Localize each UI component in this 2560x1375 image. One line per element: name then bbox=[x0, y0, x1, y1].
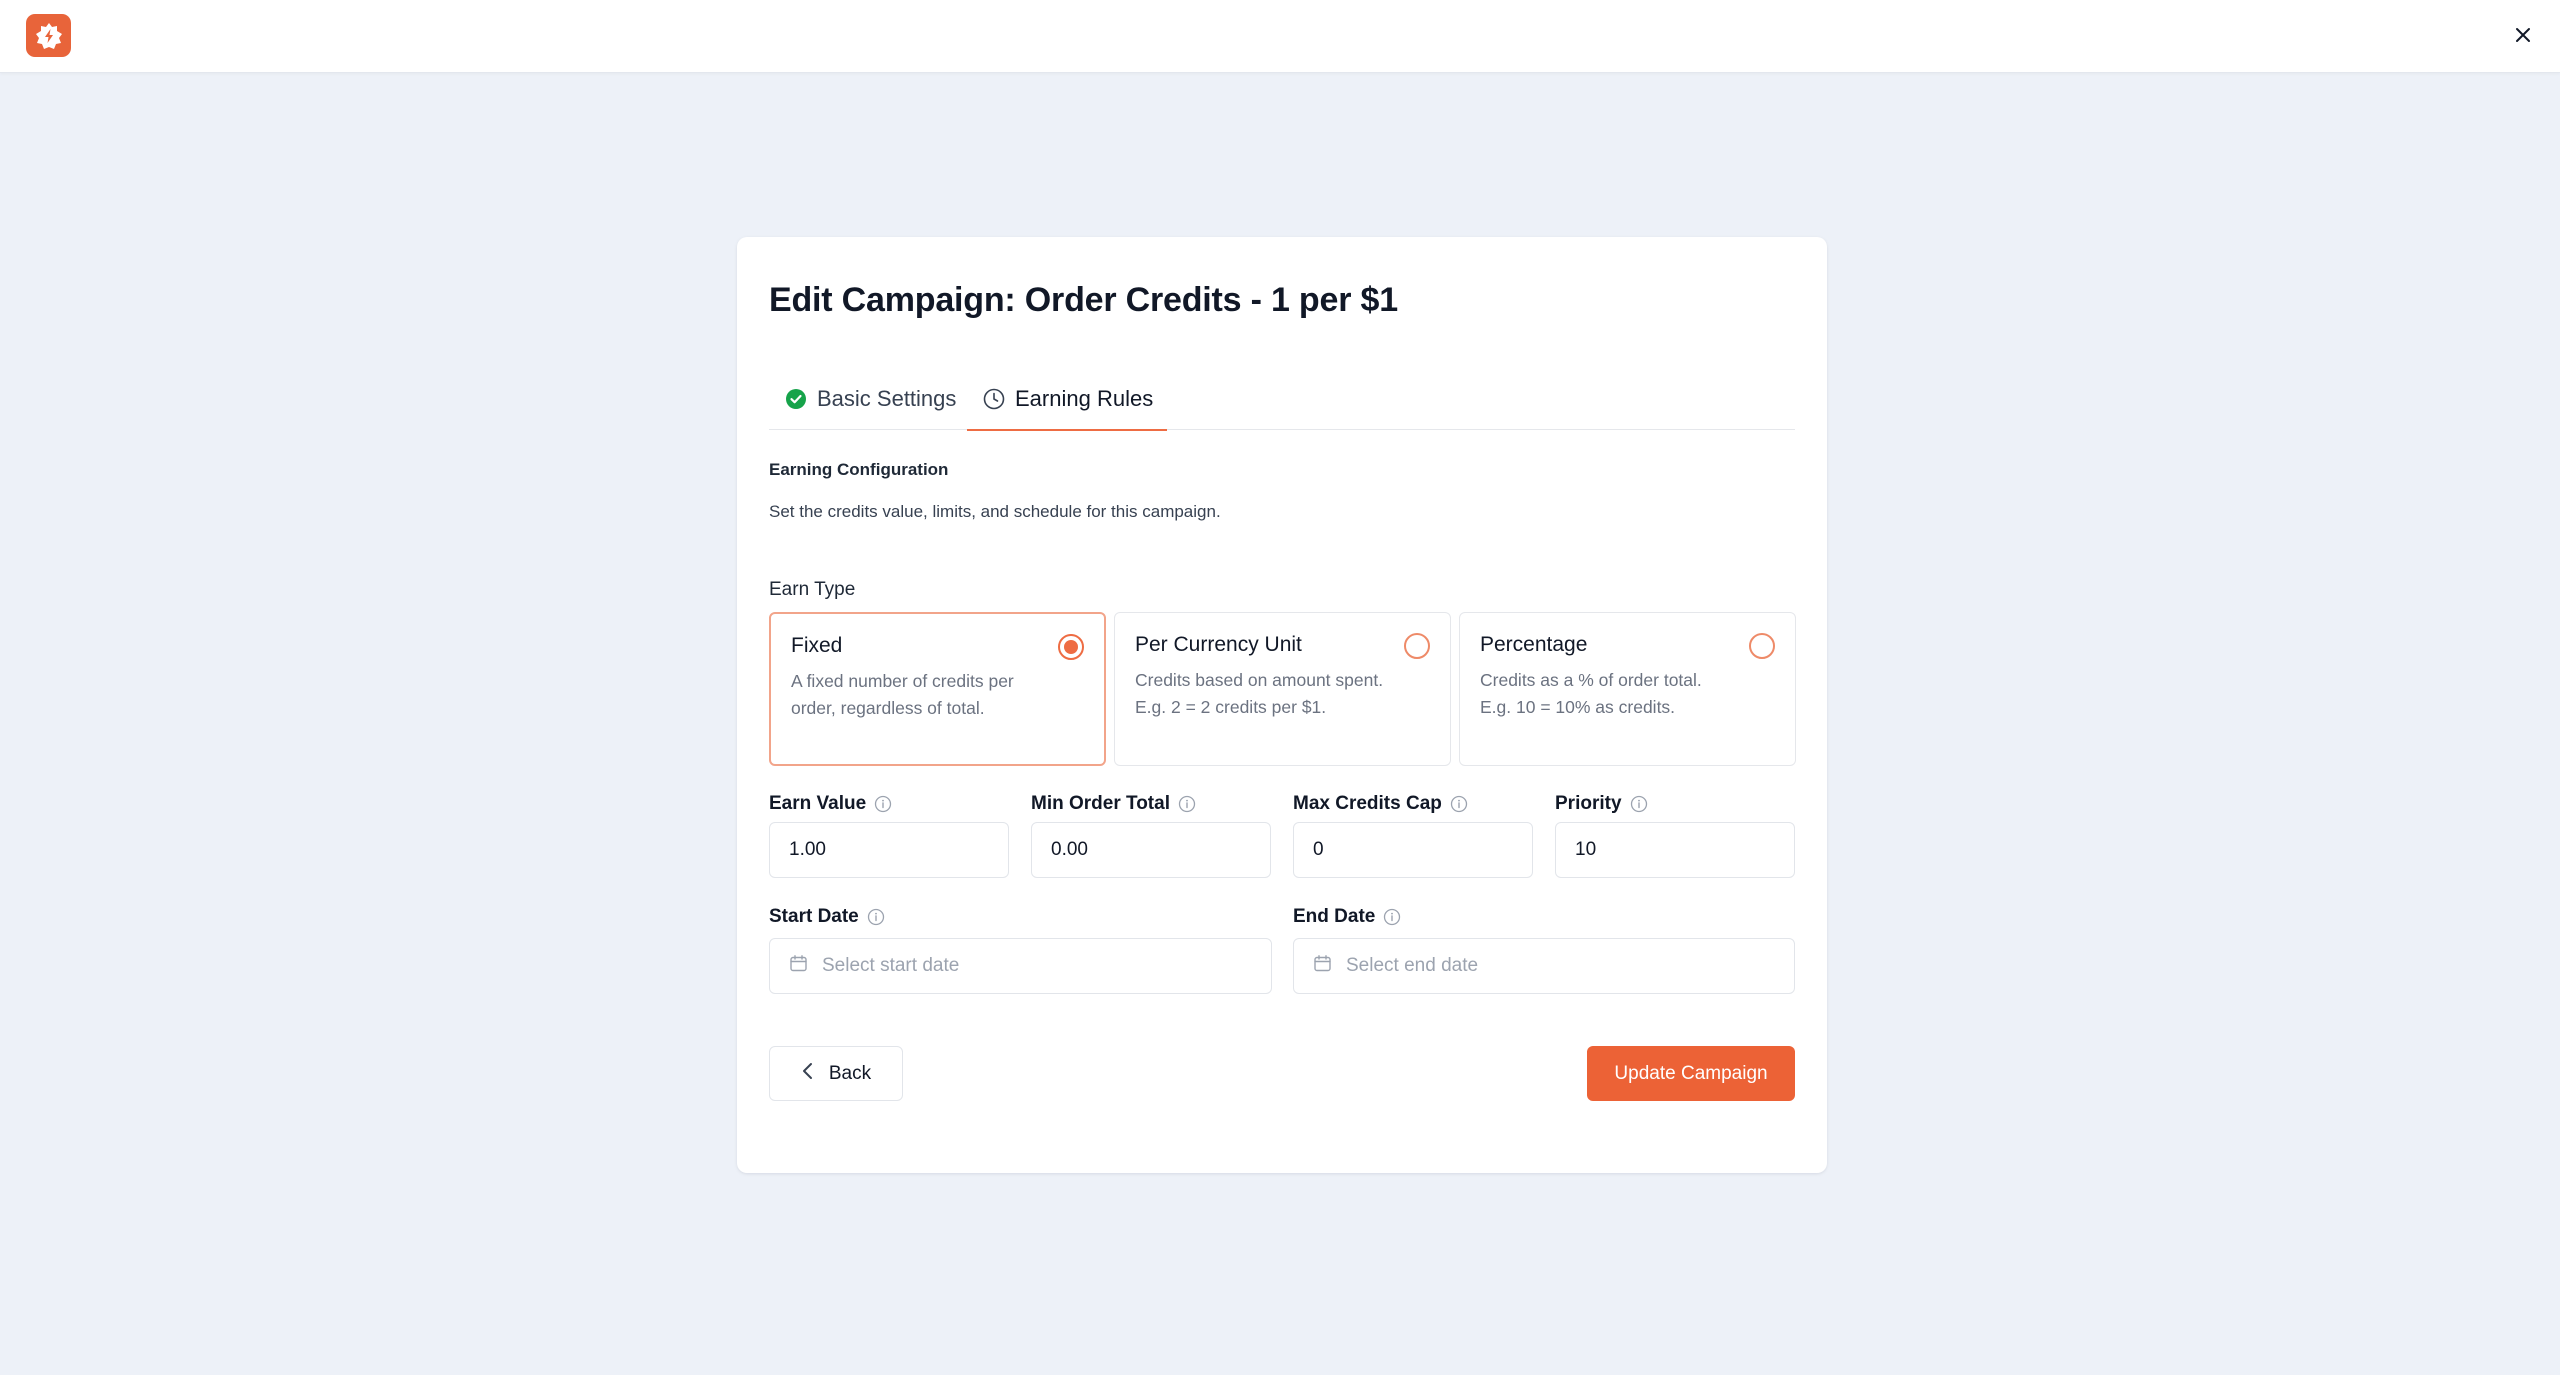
option-description: Credits based on amount spent. E.g. 2 = … bbox=[1135, 670, 1384, 717]
close-icon[interactable] bbox=[2506, 18, 2540, 52]
check-circle-icon bbox=[785, 388, 807, 410]
edit-campaign-card: Edit Campaign: Order Credits - 1 per $1 … bbox=[737, 237, 1827, 1173]
section-description: Set the credits value, limits, and sched… bbox=[769, 502, 1221, 521]
earn-value-label: Earn Value bbox=[769, 793, 892, 815]
option-title: Fixed bbox=[791, 634, 843, 657]
radio-percentage[interactable] bbox=[1749, 633, 1775, 659]
section-heading: Earning Configuration bbox=[769, 460, 949, 479]
app-logo-icon[interactable] bbox=[26, 14, 71, 57]
min-order-total-input[interactable]: 0.00 bbox=[1031, 822, 1271, 878]
tab-basic-settings[interactable]: Basic Settings bbox=[785, 367, 956, 430]
update-campaign-button[interactable]: Update Campaign bbox=[1587, 1046, 1795, 1101]
tab-label: Basic Settings bbox=[817, 385, 957, 411]
earn-type-option-per-currency-unit[interactable]: Per Currency Unit Credits based on amoun… bbox=[1114, 612, 1451, 766]
priority-label: Priority bbox=[1555, 793, 1648, 815]
chevron-left-icon bbox=[801, 1062, 815, 1086]
earn-value-input[interactable]: 1.00 bbox=[769, 822, 1009, 878]
end-date-label: End Date bbox=[1293, 906, 1401, 928]
option-description: A fixed number of credits per order, reg… bbox=[791, 671, 1014, 718]
priority-input[interactable]: 10 bbox=[1555, 822, 1795, 878]
option-description: Credits as a % of order total. E.g. 10 =… bbox=[1480, 670, 1702, 717]
info-icon[interactable] bbox=[1630, 795, 1648, 813]
info-icon[interactable] bbox=[874, 795, 892, 813]
option-title: Per Currency Unit bbox=[1135, 633, 1302, 656]
max-credits-cap-label: Max Credits Cap bbox=[1293, 793, 1468, 815]
page-title: Edit Campaign: Order Credits - 1 per $1 bbox=[769, 281, 1398, 319]
back-button[interactable]: Back bbox=[769, 1046, 903, 1101]
calendar-icon bbox=[789, 954, 808, 979]
tab-label: Earning Rules bbox=[1015, 385, 1154, 411]
end-date-picker[interactable]: Select end date bbox=[1293, 938, 1795, 994]
earn-type-label: Earn Type bbox=[769, 579, 856, 600]
min-order-total-label: Min Order Total bbox=[1031, 793, 1196, 815]
top-bar bbox=[0, 0, 2560, 73]
info-icon[interactable] bbox=[1450, 795, 1468, 813]
wizard-tabs: Basic Settings Earning Rules bbox=[769, 367, 1795, 431]
info-icon[interactable] bbox=[867, 908, 885, 926]
calendar-icon bbox=[1313, 954, 1332, 979]
start-date-label: Start Date bbox=[769, 906, 885, 928]
info-icon[interactable] bbox=[1178, 795, 1196, 813]
option-title: Percentage bbox=[1480, 633, 1588, 656]
radio-per-currency-unit[interactable] bbox=[1404, 633, 1430, 659]
start-date-picker[interactable]: Select start date bbox=[769, 938, 1272, 994]
clock-icon bbox=[983, 388, 1005, 410]
tab-earning-rules[interactable]: Earning Rules bbox=[966, 367, 1168, 431]
radio-fixed[interactable] bbox=[1058, 634, 1084, 660]
earn-type-option-fixed[interactable]: Fixed A fixed number of credits per orde… bbox=[769, 612, 1106, 766]
max-credits-cap-input[interactable]: 0 bbox=[1293, 822, 1533, 878]
earn-type-option-percentage[interactable]: Percentage Credits as a % of order total… bbox=[1459, 612, 1796, 766]
info-icon[interactable] bbox=[1383, 908, 1401, 926]
